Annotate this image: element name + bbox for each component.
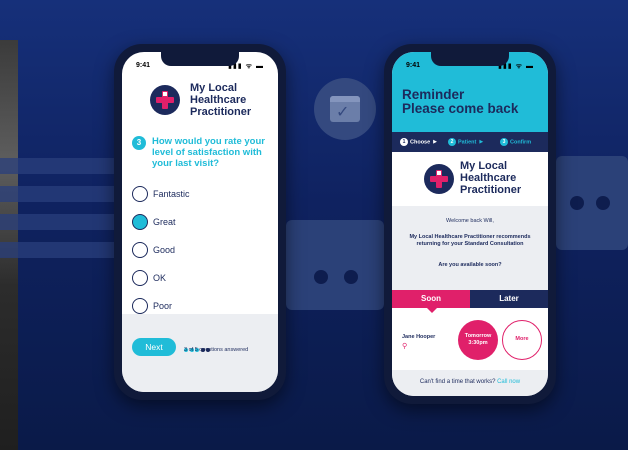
reminder-screen: 9:41 ▮▮▮ ᯤ ▬ Reminder Please come back 1… — [392, 52, 548, 396]
radio-button-selected[interactable] — [132, 214, 148, 230]
option-label: Fantastic — [153, 189, 190, 199]
practice-name-line: My Local — [190, 82, 238, 94]
step-patient: 2 Patient ▶ — [448, 138, 483, 146]
radio-button[interactable] — [132, 186, 148, 202]
reminder-message: Welcome back Will, My Local Healthcare P… — [392, 206, 548, 290]
option-label: Good — [153, 245, 176, 255]
calendar-icon: ✓ — [314, 78, 376, 140]
background-band — [0, 186, 114, 202]
tab-later[interactable]: Later — [470, 290, 548, 308]
bubble-dot — [314, 270, 328, 284]
option-label: OK — [153, 273, 167, 283]
chevron-right-icon: ▶ — [433, 139, 438, 146]
survey-phone: 9:41 ▮▮▮ ᯤ ▬ My Local Healthcare Practit… — [114, 44, 286, 400]
background-chat-bubble — [556, 156, 628, 250]
reminder-phone: 9:41 ▮▮▮ ᯤ ▬ Reminder Please come back 1… — [384, 44, 556, 404]
radio-button[interactable] — [132, 242, 148, 258]
background-band — [0, 242, 114, 258]
practice-logo: My Local Healthcare Practitioner — [122, 82, 278, 122]
availability-question: Are you available soon? — [438, 262, 502, 268]
step-label: Choose — [410, 139, 431, 146]
option-label: Poor — [153, 301, 173, 311]
background-chat-bubble — [286, 220, 384, 310]
step-label: Patient — [458, 139, 477, 146]
practice-name-line: Practitioner — [190, 106, 252, 118]
step-number: 2 — [448, 138, 456, 146]
appointment-slot-button[interactable]: Tomorrow 3:30pm — [458, 320, 498, 360]
practice-name: My Local Healthcare Practitioner — [460, 160, 521, 196]
chevron-right-icon: ▶ — [479, 139, 484, 146]
step-number: 3 — [500, 138, 508, 146]
status-time: 9:41 — [136, 62, 151, 69]
question-number-badge: 3 — [132, 136, 146, 150]
welcome-text: Welcome back Will, — [446, 218, 494, 224]
status-time: 9:41 — [406, 62, 421, 69]
background-band — [0, 214, 114, 230]
option-label: Great — [153, 217, 176, 227]
phone-notch — [161, 52, 239, 66]
cant-find-text: Can't find a time that works? Call now — [392, 379, 548, 385]
bubble-dot — [570, 196, 584, 210]
practice-name-line: Healthcare — [460, 172, 517, 184]
radio-button[interactable] — [132, 298, 148, 314]
radio-button[interactable] — [132, 270, 148, 286]
reminder-title-line: Reminder — [402, 87, 465, 102]
active-tab-caret — [427, 308, 437, 313]
question-text: How would you rate your level of satisfa… — [152, 136, 265, 169]
tab-soon[interactable]: Soon — [392, 290, 470, 308]
time-tabs: Soon Later — [392, 290, 548, 313]
medical-cross-icon — [424, 164, 454, 194]
practice-name-line: Practitioner — [460, 184, 522, 196]
survey-screen: 9:41 ▮▮▮ ᯤ ▬ My Local Healthcare Practit… — [122, 52, 278, 392]
practice-logo: My Local Healthcare Practitioner — [392, 156, 548, 200]
bubble-dot — [344, 270, 358, 284]
step-confirm: 3 Confirm — [500, 138, 531, 146]
slot-time: 3:30pm — [468, 340, 488, 346]
booking-steps: 1 Choose ▶ 2 Patient ▶ 3 Confirm — [392, 132, 548, 152]
step-choose: 1 Choose ▶ — [400, 138, 437, 146]
background-band — [0, 158, 114, 174]
recommendation-text: My Local Healthcare Practitioner recomme… — [409, 234, 531, 247]
practice-name-line: My Local — [460, 160, 508, 172]
location-pin-icon: ⚲ — [402, 343, 408, 350]
reminder-title: Reminder Please come back — [402, 88, 518, 116]
more-times-button[interactable]: More — [502, 320, 542, 360]
reminder-title-line: Please come back — [402, 101, 519, 116]
practitioner-name: Jane Hooper — [402, 334, 436, 340]
survey-footer: Next 3 of 5 questions answered — [122, 314, 278, 392]
reminder-footer: Can't find a time that works? Call now — [392, 370, 548, 396]
step-label: Confirm — [510, 139, 532, 146]
step-number: 1 — [400, 138, 408, 146]
next-button[interactable]: Next — [132, 338, 176, 356]
bubble-dot — [596, 196, 610, 210]
progress-dots — [184, 339, 212, 352]
medical-cross-icon — [150, 85, 180, 115]
practice-name-line: Healthcare — [190, 94, 247, 106]
phone-notch — [431, 52, 509, 66]
practice-name: My Local Healthcare Practitioner — [190, 82, 251, 118]
call-now-link[interactable]: Call now — [497, 379, 520, 385]
progress-text: 3 of 5 questions answered — [184, 347, 249, 353]
cant-find-label: Can't find a time that works? — [419, 379, 496, 385]
slot-day: Tomorrow — [464, 333, 492, 339]
